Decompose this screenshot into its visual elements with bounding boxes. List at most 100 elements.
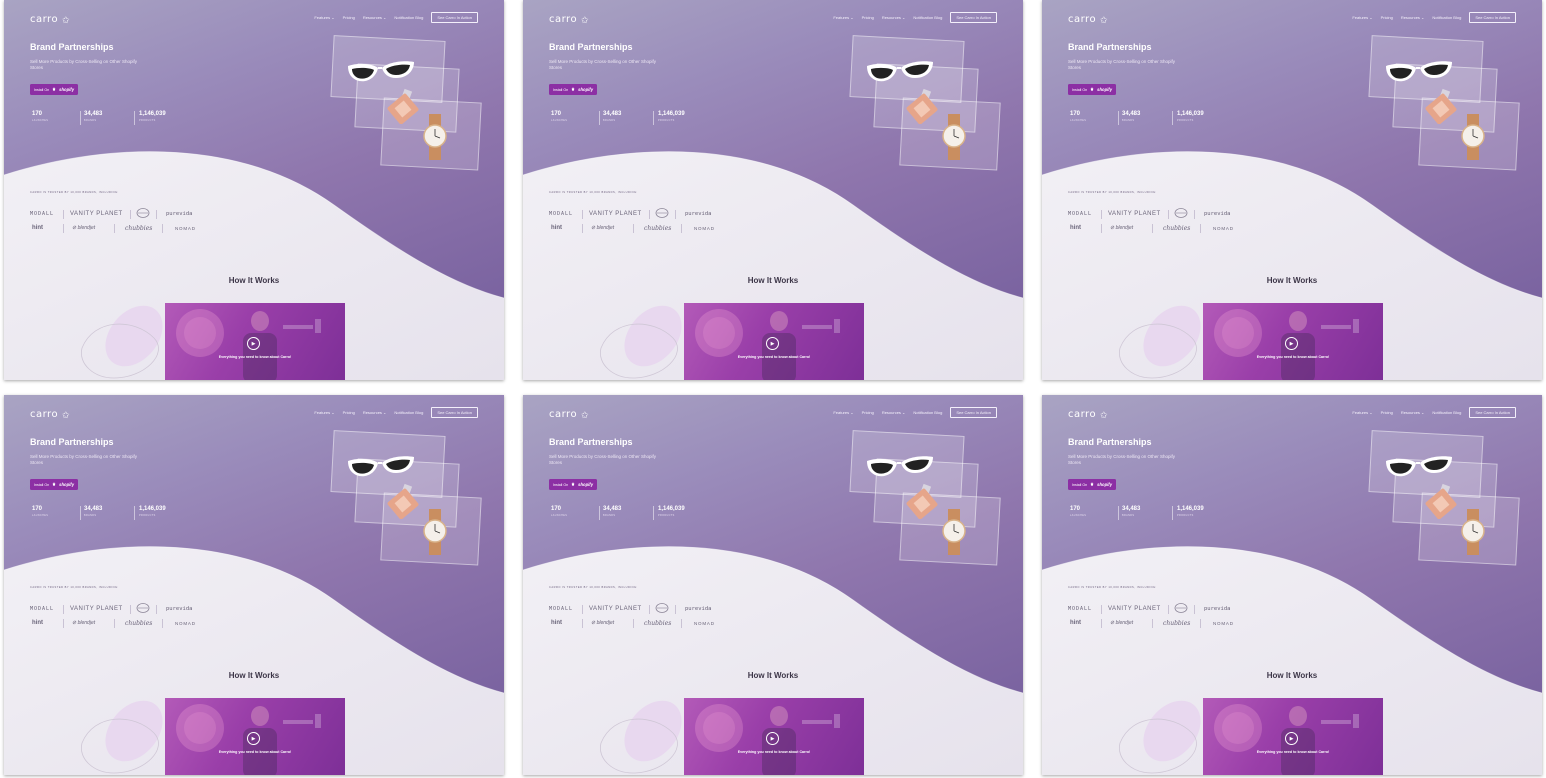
nav-link-pricing[interactable]: Pricing bbox=[343, 15, 355, 20]
stat-value: 1,146,039 bbox=[1177, 111, 1204, 117]
play-icon[interactable]: ▶ bbox=[1285, 732, 1298, 745]
nav-link-features[interactable]: Features ⌄ bbox=[1352, 15, 1372, 20]
brand-name: blendjet bbox=[77, 620, 96, 626]
trusted-by-heading: CARRO IS TRUSTED BY 10,000 BRANDS, INCLU… bbox=[30, 191, 119, 194]
stat-divider bbox=[1172, 111, 1173, 125]
install-on-shopify-button[interactable]: Install On shopify bbox=[1068, 479, 1116, 490]
nav-link-resources[interactable]: Resources ⌄ bbox=[882, 15, 906, 20]
nav-link-features[interactable]: Features ⌄ bbox=[314, 15, 334, 20]
nav-link-blog[interactable]: Notification Blog bbox=[1432, 15, 1461, 20]
stat-value: 1,146,039 bbox=[658, 111, 685, 117]
see-carro-button[interactable]: See Carro In Action bbox=[950, 407, 997, 418]
brand-logo-blendjet: ⊘ blendjet bbox=[1110, 225, 1134, 231]
video-player[interactable]: ▶ Everything you need to know about Carr… bbox=[1203, 303, 1383, 380]
carro-logo[interactable]: carro bbox=[1068, 14, 1096, 25]
nav-link-resources[interactable]: Resources ⌄ bbox=[363, 410, 387, 415]
install-on-shopify-button[interactable]: Install On shopify bbox=[549, 479, 597, 490]
brand-logo-purevida: purevida bbox=[685, 211, 712, 217]
stat-divider bbox=[599, 506, 600, 520]
carro-logo[interactable]: carro bbox=[549, 14, 577, 25]
nav-link-blog[interactable]: Notification Blog bbox=[913, 410, 942, 415]
decorative-blob bbox=[600, 305, 682, 379]
see-carro-button[interactable]: See Carro In Action bbox=[431, 12, 478, 23]
nav-link-features[interactable]: Features ⌄ bbox=[833, 410, 853, 415]
carro-logo[interactable]: carro bbox=[1068, 409, 1096, 420]
nav-link-pricing[interactable]: Pricing bbox=[1381, 410, 1393, 415]
brand-divider bbox=[63, 619, 64, 628]
page-title: Brand Partnerships bbox=[1068, 42, 1152, 52]
video-player[interactable]: ▶ Everything you need to know about Carr… bbox=[1203, 698, 1383, 775]
see-carro-button[interactable]: See Carro In Action bbox=[1469, 407, 1516, 418]
nav-link-blog[interactable]: Notification Blog bbox=[394, 410, 423, 415]
stat-products: 1,146,039 PRODUCTS bbox=[1177, 111, 1204, 122]
stat-label: LAUNCHES bbox=[32, 119, 49, 122]
video-caption: Everything you need to know about Carro! bbox=[218, 355, 292, 359]
stat-divider bbox=[1118, 506, 1119, 520]
shopify-wordmark: shopify bbox=[59, 87, 75, 92]
nav-link-blog[interactable]: Notification Blog bbox=[913, 15, 942, 20]
stat-label: LAUNCHES bbox=[32, 514, 49, 517]
play-icon[interactable]: ▶ bbox=[247, 732, 260, 745]
nav-link-pricing[interactable]: Pricing bbox=[862, 410, 874, 415]
nav-link-resources[interactable]: Resources ⌄ bbox=[1401, 15, 1425, 20]
play-icon[interactable]: ▶ bbox=[1285, 337, 1298, 350]
stat-value: 170 bbox=[32, 111, 43, 117]
brand-divider bbox=[162, 224, 163, 233]
brand-divider bbox=[63, 210, 64, 219]
see-carro-button[interactable]: See Carro In Action bbox=[1469, 12, 1516, 23]
stat-launches: 170 LAUNCHES bbox=[32, 111, 48, 122]
play-icon[interactable]: ▶ bbox=[766, 337, 779, 350]
watch-icon bbox=[942, 114, 966, 160]
carro-logo[interactable]: carro bbox=[549, 409, 577, 420]
install-on-shopify-button[interactable]: Install On shopify bbox=[30, 84, 78, 95]
decorative-blob bbox=[600, 700, 682, 774]
video-player[interactable]: ▶ Everything you need to know about Carr… bbox=[684, 303, 864, 380]
carro-logo[interactable]: carro bbox=[30, 14, 58, 25]
brand-logo-chubbies: chubbies bbox=[644, 225, 672, 232]
brand-divider bbox=[1152, 224, 1153, 233]
brand-logo-vanity-planet: VANITY PLANET bbox=[70, 211, 123, 217]
see-carro-button[interactable]: See Carro In Action bbox=[431, 407, 478, 418]
stat-label: BRANDS bbox=[603, 119, 616, 122]
video-player[interactable]: ▶ Everything you need to know about Carr… bbox=[165, 698, 345, 775]
stat-brands: 34,483 BRANDS bbox=[84, 506, 102, 517]
nav-link-pricing[interactable]: Pricing bbox=[862, 15, 874, 20]
nav-link-pricing[interactable]: Pricing bbox=[343, 410, 355, 415]
shopify-bag-icon bbox=[1090, 482, 1094, 487]
stat-label: BRANDS bbox=[1122, 119, 1135, 122]
see-carro-button[interactable]: See Carro In Action bbox=[950, 12, 997, 23]
brand-logo-emblem bbox=[655, 603, 669, 613]
install-on-shopify-button[interactable]: Install On shopify bbox=[30, 479, 78, 490]
nav-link-resources[interactable]: Resources ⌄ bbox=[1401, 410, 1425, 415]
nav-link-blog[interactable]: Notification Blog bbox=[394, 15, 423, 20]
install-label: Install On bbox=[33, 482, 50, 487]
video-player[interactable]: ▶ Everything you need to know about Carr… bbox=[165, 303, 345, 380]
play-icon[interactable]: ▶ bbox=[766, 732, 779, 745]
nav-link-resources[interactable]: Resources ⌄ bbox=[363, 15, 387, 20]
install-on-shopify-button[interactable]: Install On shopify bbox=[1068, 84, 1116, 95]
nav-link-features[interactable]: Features ⌄ bbox=[1352, 410, 1372, 415]
nav-link-resources[interactable]: Resources ⌄ bbox=[882, 410, 906, 415]
stat-value: 1,146,039 bbox=[139, 111, 166, 117]
nav-link-blog[interactable]: Notification Blog bbox=[1432, 410, 1461, 415]
brand-logo-nomad: NOMAD bbox=[175, 226, 196, 231]
video-player[interactable]: ▶ Everything you need to know about Carr… bbox=[684, 698, 864, 775]
play-icon[interactable]: ▶ bbox=[247, 337, 260, 350]
nav-link-features[interactable]: Features ⌄ bbox=[833, 15, 853, 20]
how-it-works-heading: How It Works bbox=[1266, 671, 1318, 680]
page-title: Brand Partnerships bbox=[1068, 437, 1152, 447]
brand-divider bbox=[633, 224, 634, 233]
install-on-shopify-button[interactable]: Install On shopify bbox=[549, 84, 597, 95]
stat-launches: 170 LAUNCHES bbox=[551, 506, 567, 517]
nav-link-pricing[interactable]: Pricing bbox=[1381, 15, 1393, 20]
nav-link-features[interactable]: Features ⌄ bbox=[314, 410, 334, 415]
stat-products: 1,146,039 PRODUCTS bbox=[139, 111, 166, 122]
stat-value: 34,483 bbox=[84, 111, 103, 117]
brand-logo-modall: MODALL bbox=[549, 211, 574, 217]
carro-logo[interactable]: carro bbox=[30, 409, 58, 420]
brand-logo-modall: MODALL bbox=[549, 606, 574, 612]
stat-launches: 170 LAUNCHES bbox=[1070, 506, 1086, 517]
brand-divider bbox=[1168, 605, 1169, 614]
brand-logo-vanity-planet: VANITY PLANET bbox=[1108, 606, 1161, 612]
stat-value: 34,483 bbox=[603, 506, 622, 512]
